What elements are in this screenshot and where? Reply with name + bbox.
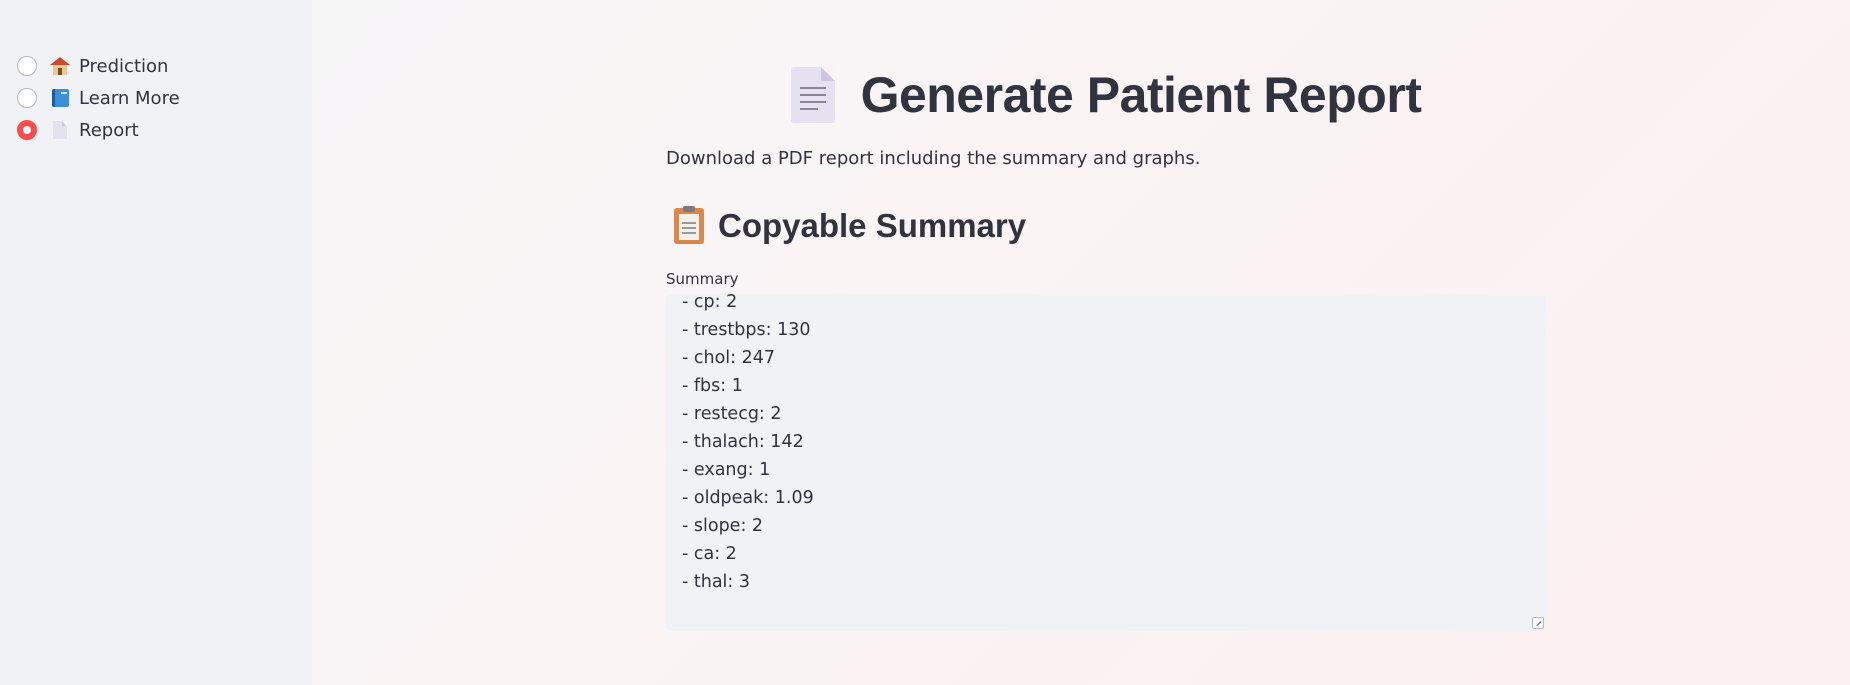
summary-line: - cp: 2 bbox=[682, 294, 738, 312]
page-header: Generate Patient Report bbox=[666, 62, 1546, 128]
sidebar-item-label: Learn More bbox=[79, 87, 180, 109]
summary-textarea[interactable]: - cp: 2 - trestbps: 130 - chol: 247 - fbs: … bbox=[666, 294, 1546, 631]
summary-text[interactable]: - cp: 2 - trestbps: 130 - chol: 247 - fbs: … bbox=[682, 294, 1530, 596]
page-description: Download a PDF report including the summ… bbox=[666, 148, 1201, 169]
summary-line: - restecg: 2 bbox=[682, 404, 782, 424]
page-title: Generate Patient Report bbox=[860, 67, 1422, 123]
summary-line: - slope: 2 bbox=[682, 516, 764, 536]
document-icon bbox=[49, 120, 71, 140]
sidebar-item-prediction[interactable]: Prediction bbox=[0, 50, 312, 82]
section-title: Copyable Summary bbox=[718, 207, 1027, 244]
summary-line: - chol: 247 bbox=[682, 348, 776, 368]
radio-button[interactable] bbox=[17, 88, 37, 108]
content-block: Generate Patient Report Download a PDF r… bbox=[666, 0, 1546, 631]
sidebar-item-label: Report bbox=[79, 119, 139, 141]
sidebar-item-label: Prediction bbox=[79, 55, 169, 77]
summary-line: - trestbps: 130 bbox=[682, 320, 811, 340]
summary-line: - exang: 1 bbox=[682, 460, 771, 480]
clipboard-icon bbox=[674, 206, 704, 244]
sidebar: Prediction Learn More Report bbox=[0, 0, 312, 685]
sidebar-item-learn-more[interactable]: Learn More bbox=[0, 82, 312, 114]
app-root: Prediction Learn More Report Generate Pa… bbox=[0, 0, 1850, 685]
summary-line: - thal: 3 bbox=[682, 572, 751, 592]
summary-line: - ca: 2 bbox=[682, 544, 737, 564]
radio-button-selected[interactable] bbox=[17, 120, 37, 140]
radio-button[interactable] bbox=[17, 56, 37, 76]
sidebar-item-report[interactable]: Report bbox=[0, 114, 312, 146]
main-content: Generate Patient Report Download a PDF r… bbox=[312, 0, 1850, 685]
section-header: Copyable Summary bbox=[666, 204, 1546, 248]
book-icon bbox=[49, 88, 71, 108]
summary-line: - fbs: 1 bbox=[682, 376, 743, 396]
document-icon bbox=[790, 67, 835, 123]
summary-line: - oldpeak: 1.09 bbox=[682, 488, 814, 508]
resize-handle-icon[interactable] bbox=[1532, 617, 1544, 629]
summary-line: - thalach: 142 bbox=[682, 432, 804, 452]
house-icon bbox=[49, 56, 71, 76]
summary-label: Summary bbox=[666, 270, 739, 288]
